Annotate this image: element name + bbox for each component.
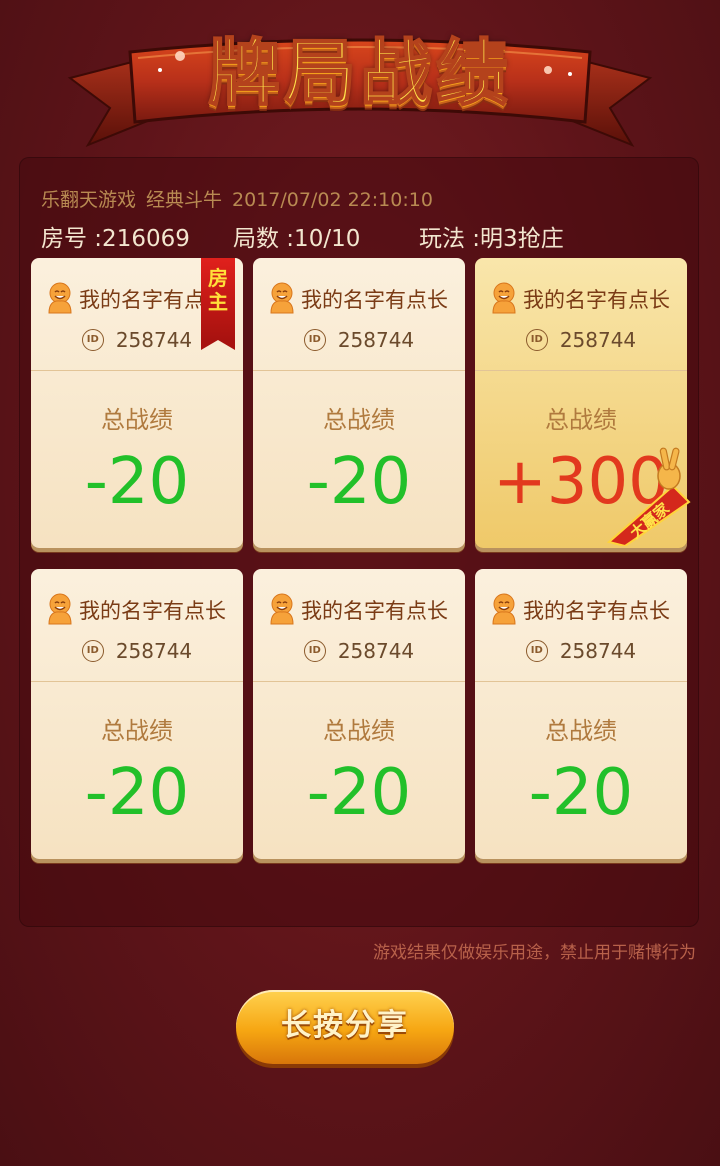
player-name: 我的名字有点长 xyxy=(523,288,670,312)
player-name: 我的名字有点长 xyxy=(301,599,448,623)
total-score-label: 总战绩 xyxy=(101,406,173,434)
avatar-icon xyxy=(265,591,299,625)
player-id: 258744 xyxy=(559,639,637,663)
id-icon: ID xyxy=(81,329,104,351)
total-score-label: 总战绩 xyxy=(545,406,617,434)
total-score-label: 总战绩 xyxy=(323,717,395,745)
avatar-icon xyxy=(487,280,521,314)
game-mode: 经典斗牛 xyxy=(146,189,223,211)
total-score: -20 xyxy=(84,756,190,830)
player-card: 我的名字有点长 ID 258744 总战绩 -20 xyxy=(475,569,687,859)
player-id-row: ID 258744 xyxy=(475,328,687,352)
id-icon: ID xyxy=(81,640,104,662)
id-icon: ID xyxy=(525,329,548,351)
divider xyxy=(475,370,687,371)
player-id: 258744 xyxy=(115,328,193,352)
total-score: -20 xyxy=(306,756,412,830)
player-name: 我的名字有点长 xyxy=(301,288,448,312)
victory-hand-icon xyxy=(657,447,681,490)
id-icon: ID xyxy=(303,329,326,351)
disclaimer-text: 游戏结果仅做娱乐用途，禁止用于赌博行为 xyxy=(373,943,696,963)
player-id: 258744 xyxy=(337,639,415,663)
player-card: 我的名字有点长 ID 258744 总战绩 -20 房主 xyxy=(31,258,243,548)
divider xyxy=(31,370,243,371)
page-title: 牌局战绩 xyxy=(207,30,512,116)
total-score: -20 xyxy=(528,756,634,830)
title-banner: 牌局战绩 xyxy=(0,0,720,160)
player-id-row: ID 258744 xyxy=(31,639,243,663)
round-count: 局数 :10/10 xyxy=(233,226,361,252)
divider xyxy=(475,681,687,682)
player-id: 258744 xyxy=(559,328,637,352)
avatar-icon xyxy=(487,591,521,625)
total-score-label: 总战绩 xyxy=(101,717,173,745)
divider xyxy=(253,370,465,371)
player-card: 我的名字有点长 ID 258744 总战绩 +300 大赢家 xyxy=(475,258,691,548)
total-score: -20 xyxy=(84,445,190,519)
avatar-icon xyxy=(265,280,299,314)
game-info-line: 乐翻天游戏 经典斗牛 2017/07/02 22:10:10 xyxy=(41,185,443,212)
host-badge: 房主 xyxy=(201,258,235,350)
share-button[interactable]: 长按分享 xyxy=(236,990,454,1064)
id-icon: ID xyxy=(303,640,326,662)
player-id-row: ID 258744 xyxy=(253,328,465,352)
total-score-label: 总战绩 xyxy=(545,717,617,745)
game-name: 乐翻天游戏 xyxy=(41,189,137,211)
player-id: 258744 xyxy=(337,328,415,352)
avatar-icon xyxy=(43,280,77,314)
divider xyxy=(253,681,465,682)
player-card: 我的名字有点长 ID 258744 总战绩 -20 xyxy=(31,569,243,859)
player-id: 258744 xyxy=(115,639,193,663)
room-number: 房号 :216069 xyxy=(41,226,190,252)
player-id-row: ID 258744 xyxy=(253,639,465,663)
total-score-label: 总战绩 xyxy=(323,406,395,434)
total-score: -20 xyxy=(306,445,412,519)
play-rules: 玩法 :明3抢庄 xyxy=(419,226,564,252)
id-icon: ID xyxy=(525,640,548,662)
player-card: 我的名字有点长 ID 258744 总战绩 -20 xyxy=(253,569,465,859)
divider xyxy=(31,681,243,682)
winner-badge: 大赢家 xyxy=(607,447,691,546)
player-name: 我的名字有点长 xyxy=(523,599,670,623)
avatar-icon xyxy=(43,591,77,625)
player-name: 我的名字有点长 xyxy=(79,599,226,623)
player-id-row: ID 258744 xyxy=(475,639,687,663)
player-card: 我的名字有点长 ID 258744 总战绩 -20 xyxy=(253,258,465,548)
game-datetime: 2017/07/02 22:10:10 xyxy=(232,189,433,211)
